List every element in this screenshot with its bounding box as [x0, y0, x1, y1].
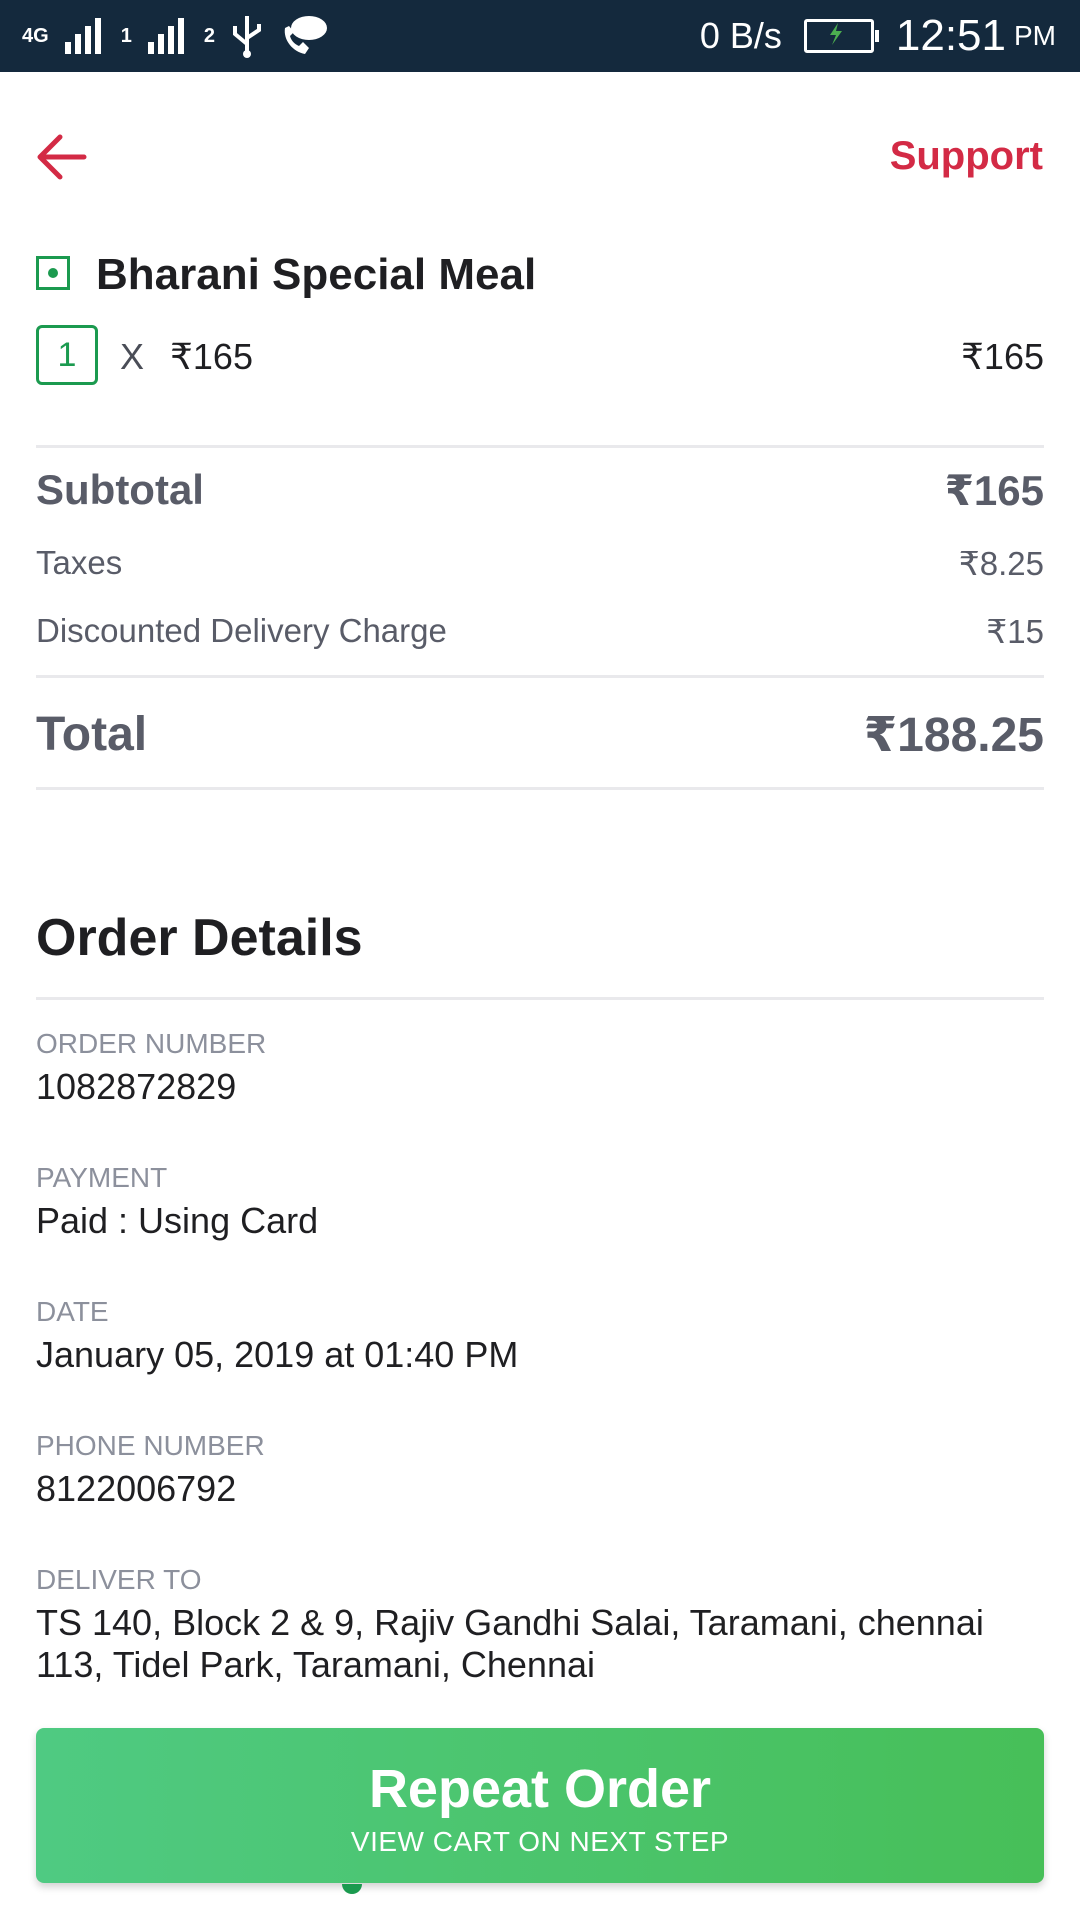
taxes-value: ₹8.25	[958, 545, 1044, 582]
repeat-order-sublabel: VIEW CART ON NEXT STEP	[350, 1826, 730, 1857]
clock: 12:51	[895, 11, 1006, 60]
network-type: 4G	[22, 25, 49, 47]
deliver-to-label: DELIVER TO	[36, 1564, 202, 1595]
subtotal-label: Subtotal	[36, 466, 204, 513]
order-number-value: 1082872829	[36, 1066, 237, 1107]
multiply-sign: X	[120, 336, 145, 377]
status-bar: 4G 1 2 0 B/s 12:51 PM	[0, 0, 1080, 72]
order-number-label: ORDER NUMBER	[36, 1028, 267, 1059]
signal-sim2-icon	[147, 18, 184, 54]
status-dot-icon	[342, 1884, 362, 1894]
total-label: Total	[36, 708, 148, 761]
delivery-charge-value: ₹15	[986, 613, 1044, 650]
phone-label: PHONE NUMBER	[36, 1430, 265, 1461]
payment-label: PAYMENT	[36, 1162, 168, 1193]
total-value: ₹188.25	[863, 709, 1044, 762]
divider	[36, 675, 1044, 678]
battery-icon	[803, 19, 879, 53]
sim1-label: 1	[120, 25, 132, 47]
subtotal-value: ₹165	[944, 467, 1044, 514]
unit-price: ₹165	[170, 336, 253, 377]
divider	[36, 445, 1044, 448]
arrow-left-icon	[37, 134, 87, 180]
delivery-address: TS 140, Block 2 & 9, Rajiv Gandhi Salai,…	[36, 1602, 984, 1685]
taxes-label: Taxes	[36, 544, 123, 581]
back-button[interactable]	[34, 130, 88, 184]
signal-sim1-icon	[64, 18, 101, 54]
status-left: 4G 1 2	[22, 12, 329, 60]
sim2-label: 2	[203, 25, 215, 47]
network-speed: 0 B/s	[699, 15, 782, 56]
divider	[36, 787, 1044, 790]
order-details-title: Order Details	[36, 909, 363, 967]
line-total: ₹165	[961, 336, 1044, 377]
date-value: January 05, 2019 at 01:40 PM	[36, 1334, 519, 1375]
usb-icon	[232, 16, 261, 58]
phone-value: 8122006792	[36, 1468, 237, 1509]
item-name: Bharani Special Meal	[96, 250, 537, 299]
divider	[36, 997, 1044, 1000]
date-label: DATE	[36, 1296, 109, 1327]
clock-ampm: PM	[1014, 20, 1056, 51]
delivery-charge-label: Discounted Delivery Charge	[36, 612, 447, 649]
repeat-order-button[interactable]: Repeat Order VIEW CART ON NEXT STEP	[36, 1728, 1044, 1883]
chat-call-icon	[284, 16, 327, 54]
support-link[interactable]: Support	[890, 134, 1043, 179]
status-right: 0 B/s 12:51 PM	[700, 0, 1056, 72]
payment-value: Paid : Using Card	[36, 1200, 319, 1241]
quantity-badge: 1	[36, 325, 98, 385]
veg-indicator-icon	[36, 256, 70, 290]
repeat-order-label: Repeat Order	[368, 1759, 712, 1819]
